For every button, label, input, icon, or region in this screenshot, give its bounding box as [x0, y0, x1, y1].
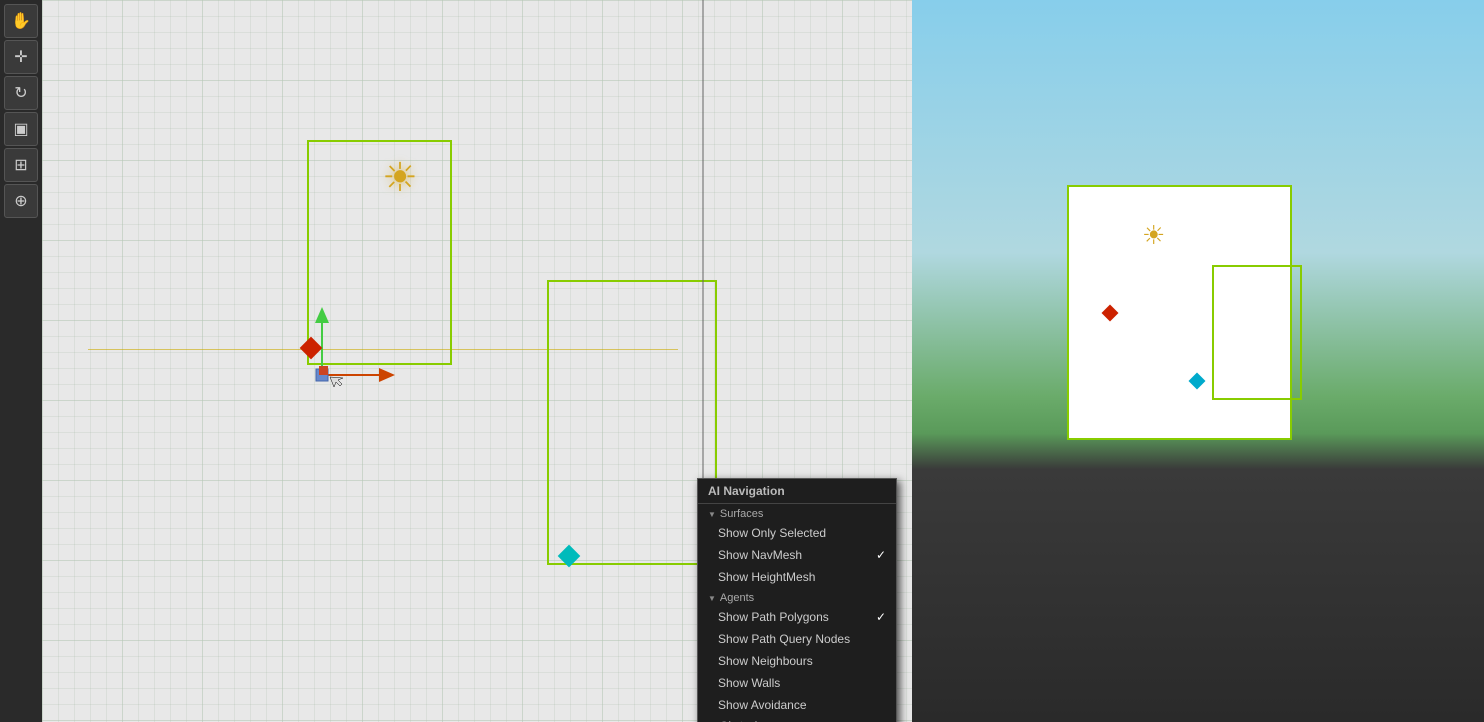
lower-rect	[547, 280, 717, 565]
right-sun-icon: ☀	[1142, 220, 1165, 251]
scale-icon: ⊞	[14, 155, 27, 175]
viewport-left[interactable]: ☀ AI Navigation	[42, 0, 912, 722]
show-walls-item[interactable]: Show Walls	[698, 672, 896, 694]
surfaces-section-label: Surfaces	[698, 504, 896, 522]
show-neighbours-label: Show Neighbours	[718, 654, 813, 668]
agents-section-label: Agents	[698, 588, 896, 606]
show-avoidance-item[interactable]: Show Avoidance	[698, 694, 896, 716]
ai-navigation-context-menu: AI Navigation Surfaces Show Only Selecte…	[697, 478, 897, 722]
move-icon: ✛	[14, 47, 27, 67]
show-heightmesh-label: Show HeightMesh	[718, 570, 815, 584]
hand-tool-button[interactable]: ✋	[4, 4, 38, 38]
scale-tool-button[interactable]: ⊞	[4, 148, 38, 182]
show-navmesh-label: Show NavMesh	[718, 548, 802, 562]
rotate-tool-button[interactable]: ↻	[4, 76, 38, 110]
sun-icon: ☀	[382, 155, 418, 201]
show-path-query-nodes-item[interactable]: Show Path Query Nodes	[698, 628, 896, 650]
show-navmesh-check: ✓	[876, 548, 886, 562]
viewport-right[interactable]: ☀	[912, 0, 1484, 722]
show-only-selected-label: Show Only Selected	[718, 526, 826, 540]
rotate-icon: ↻	[14, 83, 27, 103]
obstacles-section-label: Obstacles	[698, 716, 896, 722]
show-walls-label: Show Walls	[718, 676, 780, 690]
world-tool-button[interactable]: ⊕	[4, 184, 38, 218]
show-neighbours-item[interactable]: Show Neighbours	[698, 650, 896, 672]
main-container: ✋ ✛ ↻ ▣ ⊞ ⊕ ☀	[0, 0, 1484, 722]
show-path-polygons-item[interactable]: Show Path Polygons ✓	[698, 606, 896, 628]
toolbar: ✋ ✛ ↻ ▣ ⊞ ⊕	[0, 0, 42, 722]
show-navmesh-item[interactable]: Show NavMesh ✓	[698, 544, 896, 566]
show-only-selected-item[interactable]: Show Only Selected	[698, 522, 896, 544]
move-tool-button[interactable]: ✛	[4, 40, 38, 74]
viewports: ☀ AI Navigation	[42, 0, 1484, 722]
show-avoidance-label: Show Avoidance	[718, 698, 807, 712]
select-icon: ▣	[13, 119, 28, 139]
world-icon: ⊕	[14, 191, 27, 211]
show-heightmesh-item[interactable]: Show HeightMesh	[698, 566, 896, 588]
hand-icon: ✋	[11, 11, 31, 31]
show-path-query-nodes-label: Show Path Query Nodes	[718, 632, 850, 646]
right-secondary-rect	[1212, 265, 1302, 400]
menu-title: AI Navigation	[698, 479, 896, 504]
show-path-polygons-label: Show Path Polygons	[718, 610, 829, 624]
select-tool-button[interactable]: ▣	[4, 112, 38, 146]
show-path-polygons-check: ✓	[876, 610, 886, 624]
